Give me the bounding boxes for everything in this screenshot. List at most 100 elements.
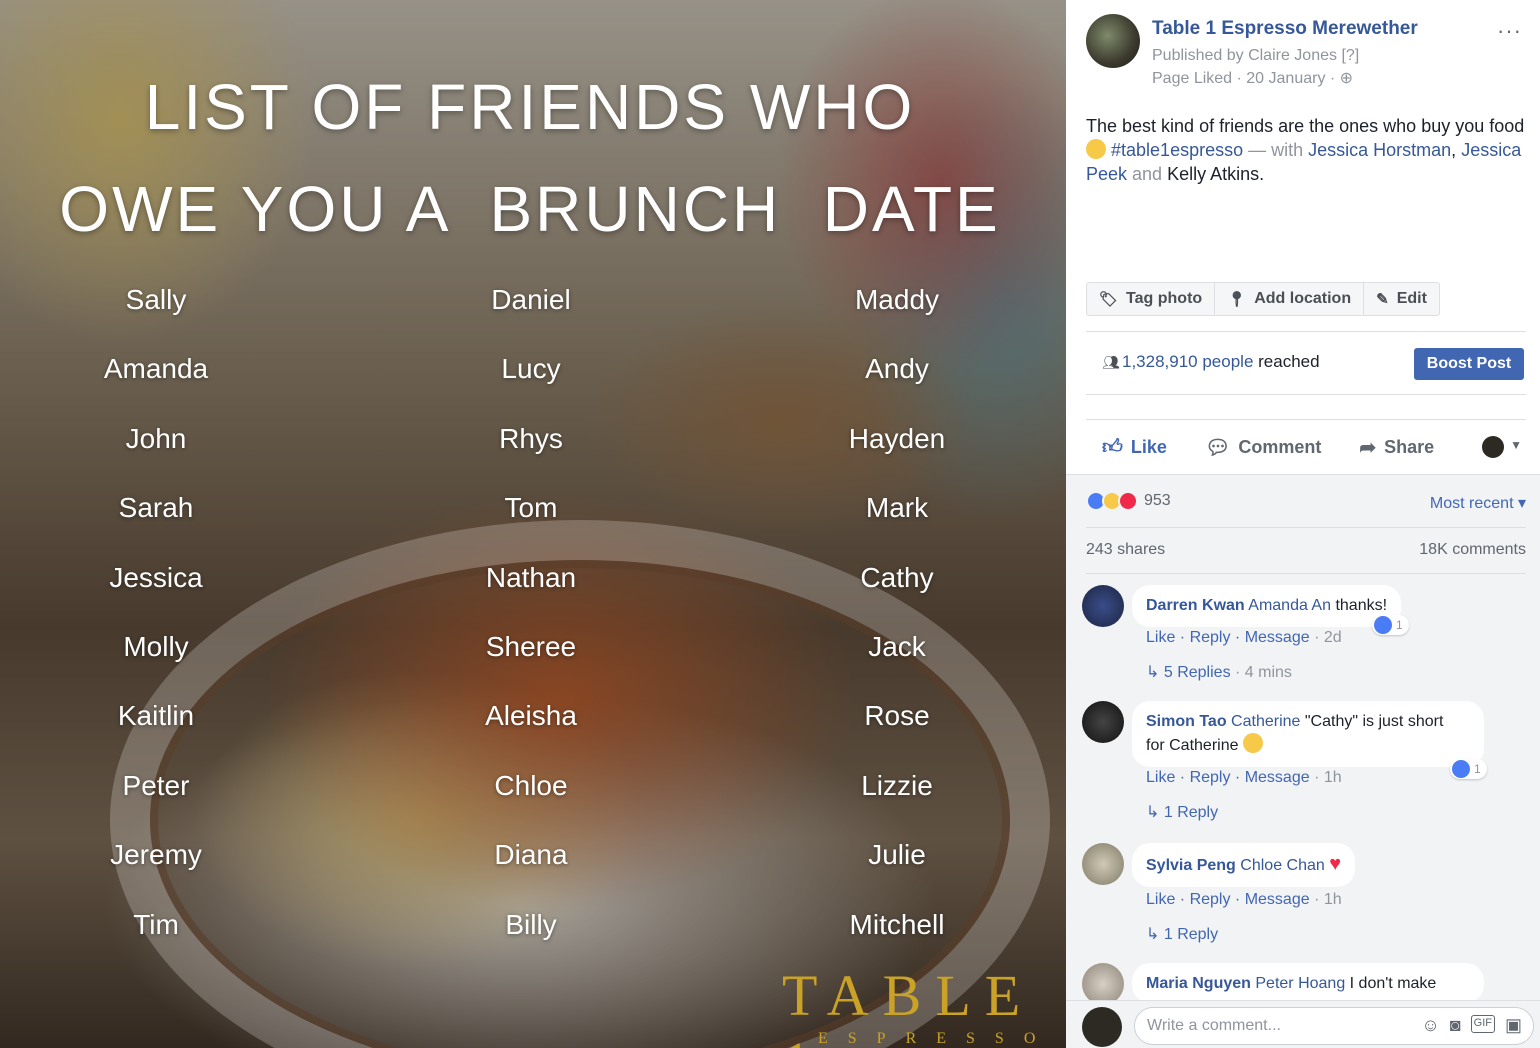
comment-reply-link[interactable]: Reply: [1190, 629, 1231, 646]
page-name-link[interactable]: Table 1 Espresso Merewether: [1152, 18, 1418, 40]
comment-like-link[interactable]: Like: [1146, 891, 1175, 908]
people-icon: 👥︎: [1102, 354, 1120, 370]
hashtag-link[interactable]: #table1espresso: [1111, 140, 1243, 160]
commenter-avatar[interactable]: [1082, 963, 1124, 1005]
friend-name: Amanda: [103, 353, 209, 385]
shares-count[interactable]: 243 shares: [1086, 541, 1165, 559]
post-side-panel: Table 1 Espresso Merewether Published by…: [1066, 0, 1540, 1048]
more-options-icon[interactable]: ···: [1497, 18, 1522, 44]
replies-count: 5 Replies: [1163, 664, 1231, 681]
comment-message-link[interactable]: Message: [1245, 891, 1310, 908]
comment-time[interactable]: 2d: [1324, 629, 1342, 646]
comment-author[interactable]: Simon Tao: [1146, 713, 1227, 730]
tag-photo-button[interactable]: 🏷︎ Tag photo: [1087, 283, 1216, 315]
reactions-summary[interactable]: 953: [1086, 491, 1171, 511]
replies-link[interactable]: ↳ 1 Reply: [1146, 924, 1218, 944]
smile-emoji-icon: [1086, 139, 1106, 159]
comment-author[interactable]: Sylvia Peng: [1146, 857, 1236, 874]
tag-link-1[interactable]: Jessica Horstman: [1308, 140, 1451, 160]
reach-count-link[interactable]: 1,328,910 people: [1122, 352, 1253, 371]
friend-name: Rhys: [499, 422, 563, 454]
page-liked-text[interactable]: Page Liked · 20 January ·: [1152, 70, 1340, 87]
reach-suffix: reached: [1253, 352, 1320, 371]
comments-count[interactable]: 18K comments: [1419, 541, 1526, 559]
published-by: Published by Claire Jones [?]: [1152, 47, 1360, 64]
post-as-avatar[interactable]: [1482, 436, 1504, 458]
friend-name: Jessica: [109, 561, 203, 593]
replies-count: 1 Reply: [1163, 926, 1219, 943]
share-icon: ➦: [1359, 436, 1377, 459]
sticker-icon[interactable]: ▣: [1505, 1015, 1522, 1036]
friend-name: Sheree: [485, 630, 577, 662]
commenter-avatar[interactable]: [1082, 843, 1124, 885]
comment-like-badge[interactable]: 1: [1450, 759, 1487, 779]
friend-name: Tim: [133, 908, 179, 940]
comment-time[interactable]: 1h: [1324, 891, 1342, 908]
comment-author[interactable]: Maria Nguyen: [1146, 975, 1251, 992]
friends-column-3: Maddy Andy Hayden Mark Cathy Jack Rose L…: [767, 265, 1027, 959]
comment-author[interactable]: Darren Kwan: [1146, 597, 1245, 614]
chevron-down-icon[interactable]: ▼: [1510, 438, 1522, 452]
friend-name: Hayden: [848, 422, 946, 454]
comment-message-link[interactable]: Message: [1245, 769, 1310, 786]
friends-column-2: Daniel Lucy Rhys Tom Nathan Sheree Aleis…: [401, 265, 661, 959]
boost-post-button[interactable]: Boost Post: [1414, 348, 1524, 380]
wink-emoji-icon: [1242, 733, 1263, 753]
comment-reply-link[interactable]: Reply: [1190, 769, 1231, 786]
divider: [1086, 331, 1526, 332]
comment-bubble: Sylvia Peng Chloe Chan ♥: [1132, 843, 1356, 887]
sort-comments-dropdown[interactable]: Most recent ▾: [1430, 493, 1526, 513]
comment-mention[interactable]: Peter Hoang: [1255, 975, 1345, 992]
reply-arrow-icon: ↳: [1146, 804, 1160, 821]
friend-name: Sally: [125, 284, 187, 315]
commenter-avatar[interactable]: [1082, 585, 1124, 627]
replies-link[interactable]: ↳ 5 Replies · 4 mins: [1146, 662, 1292, 682]
share-button[interactable]: ➦ Share: [1359, 435, 1434, 460]
friend-name: Andy: [865, 353, 929, 385]
comment-mention[interactable]: Chloe Chan: [1240, 857, 1325, 874]
caret-down-icon: ▾: [1517, 495, 1526, 512]
commenter-avatar[interactable]: [1082, 701, 1124, 743]
friend-name: Kaitlin: [117, 700, 195, 732]
comment-input-icons: ☺ ◙ GIF ▣: [1421, 1015, 1522, 1036]
replies-link[interactable]: ↳ 1 Reply: [1146, 802, 1218, 822]
emoji-icon[interactable]: ☺: [1421, 1015, 1439, 1036]
thumbs-up-icon: 👍︎: [1102, 436, 1123, 458]
reply-arrow-icon: ↳: [1146, 664, 1160, 681]
camera-icon[interactable]: ◙: [1450, 1015, 1461, 1036]
photo-title-line2: OWE YOU A BRUNCH DATE: [59, 173, 1001, 245]
post-actions: 👍︎ Like 💬︎ Comment ➦ Share ▼: [1086, 428, 1526, 466]
comment-like-badge[interactable]: 1: [1372, 615, 1409, 635]
like-button[interactable]: 👍︎ Like: [1102, 435, 1167, 459]
with-label: — with: [1243, 140, 1309, 160]
divider: [1086, 419, 1526, 420]
comment-message-link[interactable]: Message: [1245, 629, 1310, 646]
comment-time[interactable]: 1h: [1324, 769, 1342, 786]
photo-tools-bar: 🏷︎ Tag photo 📍︎ Add location ✎ Edit: [1086, 282, 1440, 316]
friend-name: Cathy: [860, 561, 934, 593]
add-location-button[interactable]: 📍︎ Add location: [1215, 283, 1365, 315]
comment-reply-link[interactable]: Reply: [1190, 891, 1231, 908]
edit-button[interactable]: ✎ Edit: [1364, 283, 1439, 315]
like-badge-icon: [1374, 616, 1392, 634]
globe-icon: ⊕: [1339, 70, 1354, 87]
gif-icon[interactable]: GIF: [1470, 1015, 1495, 1033]
post-photo[interactable]: LIST OF FRIENDS WHO OWE YOU A BRUNCH DAT…: [0, 0, 1066, 1048]
comment-like-link[interactable]: Like: [1146, 629, 1175, 646]
comment-mention[interactable]: Catherine: [1231, 713, 1300, 730]
page-avatar[interactable]: [1086, 14, 1140, 68]
friend-name: Sarah: [118, 492, 194, 524]
comment-like-count: 1: [1474, 762, 1481, 776]
comment-text-continued: for Catherine: [1146, 737, 1243, 754]
reach-info: 👥︎ 1,328,910 people reached: [1102, 352, 1320, 372]
divider: [1086, 527, 1526, 528]
tag-link-3[interactable]: Kelly Atkins: [1167, 164, 1259, 184]
page-liked-info: Page Liked · 20 January · ⊕: [1152, 68, 1353, 88]
write-comment-bar: Write a comment... ☺ ◙ GIF ▣: [1066, 1000, 1540, 1048]
comment-text: I don't make: [1345, 975, 1437, 992]
comment-mention[interactable]: Amanda An: [1248, 597, 1331, 614]
friend-name: Peter: [122, 769, 190, 801]
like-badge-icon: [1452, 760, 1470, 778]
comment-button[interactable]: 💬︎ Comment: [1205, 435, 1321, 460]
comment-like-link[interactable]: Like: [1146, 769, 1175, 786]
